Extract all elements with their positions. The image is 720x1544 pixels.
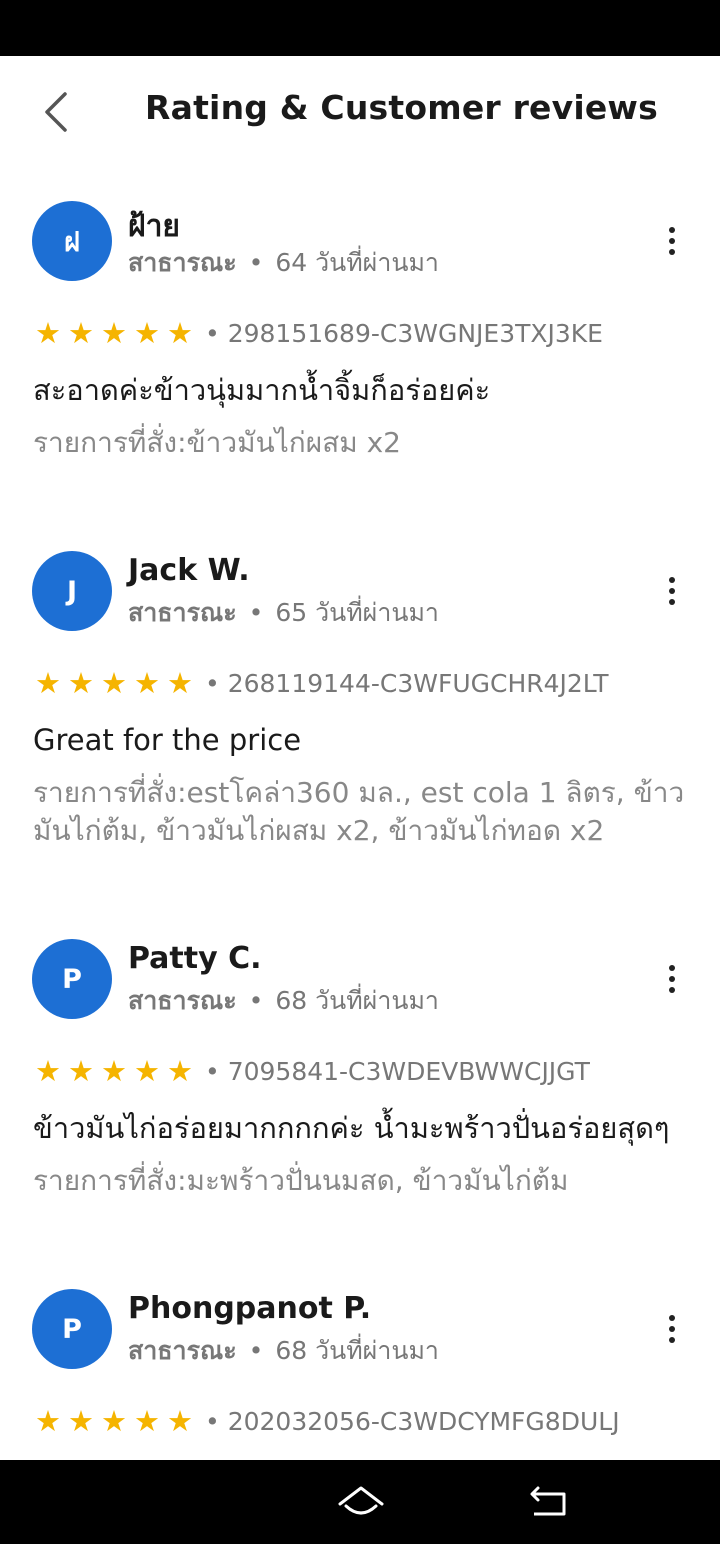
- star-icon: ★: [35, 1054, 61, 1088]
- star-icon: ★: [167, 666, 193, 700]
- star-icon: ★: [167, 1404, 193, 1438]
- visibility-label: สาธารณะ: [128, 1336, 237, 1365]
- avatar: J: [32, 551, 112, 631]
- home-button[interactable]: [334, 1480, 388, 1524]
- review-time: 65 วันที่ผ่านมา: [275, 598, 439, 627]
- star-icon: ★: [68, 1404, 94, 1438]
- header: Rating & Customer reviews: [0, 56, 720, 166]
- nav-back-button[interactable]: [526, 1482, 572, 1522]
- rating-row: ★ ★ ★ ★ ★ • 202032056-C3WDCYMFG8DULJ: [33, 1407, 620, 1437]
- meta-separator: •: [248, 598, 264, 627]
- review-text: Great for the price: [33, 723, 302, 757]
- order-items: รายการที่สั่ง:estโคล่า360 มล., est cola …: [33, 776, 685, 847]
- order-id: • 268119144-C3WFUGCHR4J2LT: [205, 669, 609, 698]
- home-icon: [338, 1486, 384, 1515]
- more-vertical-icon: [669, 1315, 675, 1321]
- rating-row: ★ ★ ★ ★ ★ • 268119144-C3WFUGCHR4J2LT: [33, 669, 609, 699]
- review-time: 68 วันที่ผ่านมา: [275, 1336, 439, 1365]
- avatar: ฝ: [32, 201, 112, 281]
- more-vertical-icon: [669, 227, 675, 233]
- back-button[interactable]: [28, 84, 84, 140]
- order-items: รายการที่สั่ง:มะพร้าวปั่นนมสด, ข้าวมันไก…: [33, 1164, 569, 1197]
- review-text: สะอาดค่ะข้าวนุ่มมากน้ำจิ้มก็อร่อยค่ะ: [33, 373, 491, 407]
- star-icon: ★: [35, 666, 61, 700]
- visibility-label: สาธารณะ: [128, 598, 237, 627]
- star-rating: ★ ★ ★ ★ ★: [33, 669, 195, 698]
- star-icon: ★: [101, 1404, 127, 1438]
- more-vertical-icon: [669, 965, 675, 971]
- rating-row: ★ ★ ★ ★ ★ • 7095841-C3WDEVBWWCJJGT: [33, 1057, 590, 1087]
- back-arrow-icon: [530, 1486, 566, 1516]
- more-vertical-icon: [669, 577, 675, 583]
- star-icon: ★: [134, 666, 160, 700]
- star-icon: ★: [101, 316, 127, 350]
- star-icon: ★: [68, 666, 94, 700]
- visibility-label: สาธารณะ: [128, 986, 237, 1015]
- review-time: 68 วันที่ผ่านมา: [275, 986, 439, 1015]
- page-title: Rating & Customer reviews: [145, 88, 658, 127]
- star-icon: ★: [134, 316, 160, 350]
- meta-separator: •: [248, 1336, 264, 1365]
- star-icon: ★: [134, 1404, 160, 1438]
- avatar: P: [32, 939, 112, 1019]
- status-bar: [0, 0, 720, 56]
- star-icon: ★: [167, 1054, 193, 1088]
- reviewer-name: Phongpanot P.: [128, 1291, 372, 1326]
- star-icon: ★: [68, 316, 94, 350]
- order-id: • 298151689-C3WGNJE3TXJ3KE: [205, 319, 603, 348]
- review-time: 64 วันที่ผ่านมา: [275, 248, 439, 277]
- review-meta: สาธารณะ • 68 วันที่ผ่านมา: [128, 1331, 439, 1371]
- star-icon: ★: [101, 1054, 127, 1088]
- star-icon: ★: [134, 1054, 160, 1088]
- star-icon: ★: [35, 1404, 61, 1438]
- star-icon: ★: [101, 666, 127, 700]
- more-options-button[interactable]: [652, 571, 692, 611]
- review-meta: สาธารณะ • 65 วันที่ผ่านมา: [128, 593, 439, 633]
- reviewer-name: Jack W.: [128, 553, 250, 588]
- star-icon: ★: [35, 316, 61, 350]
- star-icon: ★: [68, 1054, 94, 1088]
- star-icon: ★: [167, 316, 193, 350]
- review-meta: สาธารณะ • 68 วันที่ผ่านมา: [128, 981, 439, 1021]
- more-options-button[interactable]: [652, 959, 692, 999]
- chevron-left-icon: [45, 92, 67, 132]
- system-nav-bar: [0, 1460, 720, 1544]
- order-id: • 202032056-C3WDCYMFG8DULJ: [205, 1407, 620, 1436]
- star-rating: ★ ★ ★ ★ ★: [33, 319, 195, 348]
- meta-separator: •: [248, 248, 264, 277]
- more-options-button[interactable]: [652, 221, 692, 261]
- order-items: รายการที่สั่ง:ข้าวมันไก่ผสม x2: [33, 426, 401, 459]
- star-rating: ★ ★ ★ ★ ★: [33, 1407, 195, 1436]
- order-id: • 7095841-C3WDEVBWWCJJGT: [205, 1057, 590, 1086]
- reviewer-name: Patty C.: [128, 941, 262, 976]
- more-options-button[interactable]: [652, 1309, 692, 1349]
- meta-separator: •: [248, 986, 264, 1015]
- avatar: P: [32, 1289, 112, 1369]
- star-rating: ★ ★ ★ ★ ★: [33, 1057, 195, 1086]
- visibility-label: สาธารณะ: [128, 248, 237, 277]
- review-meta: สาธารณะ • 64 วันที่ผ่านมา: [128, 243, 439, 283]
- rating-row: ★ ★ ★ ★ ★ • 298151689-C3WGNJE3TXJ3KE: [33, 319, 603, 349]
- review-text: ข้าวมันไก่อร่อยมากกกกค่ะ น้ำมะพร้าวปั่นอ…: [33, 1111, 670, 1145]
